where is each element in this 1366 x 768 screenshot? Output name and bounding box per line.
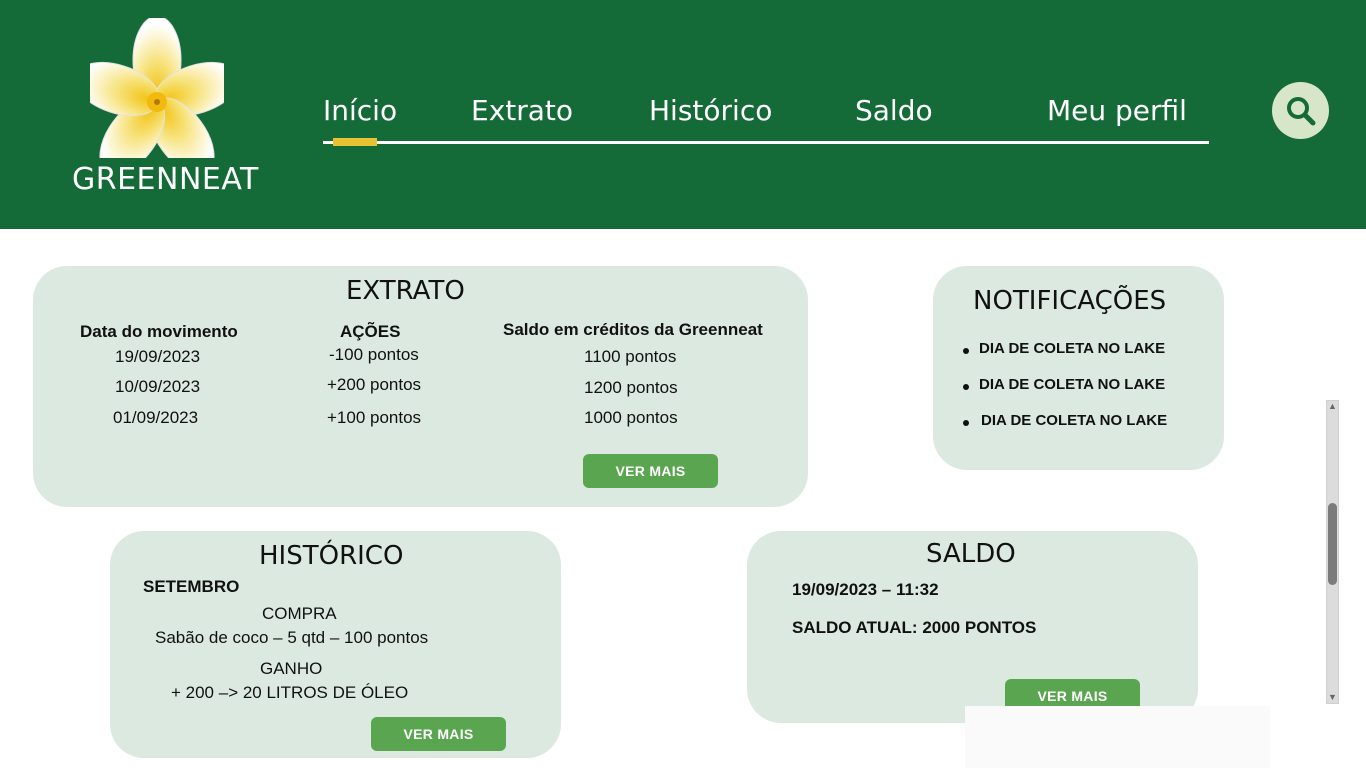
brand-logo[interactable]: GREENNEAT (72, 18, 258, 198)
saldo-current: SALDO ATUAL: 2000 PONTOS (792, 618, 1037, 637)
historico-title: HISTÓRICO (259, 541, 404, 571)
history-entry-type: GANHO (260, 659, 323, 678)
extrato-ver-mais-button[interactable]: VER MAIS (583, 454, 718, 488)
nav-item-inicio[interactable]: Início (323, 94, 397, 127)
row-action: -100 pontos (329, 345, 419, 364)
nav-item-meu-perfil[interactable]: Meu perfil (1047, 94, 1187, 127)
column-header-balance: Saldo em créditos da Greenneat (503, 320, 763, 339)
extrato-card: EXTRATO Data do movimento AÇÕES Saldo em… (33, 266, 808, 507)
scroll-thumb[interactable] (1328, 503, 1337, 585)
scroll-down-icon[interactable]: ▼ (1327, 692, 1338, 703)
background-panel (965, 706, 1270, 768)
row-action: +100 pontos (327, 408, 422, 427)
row-action: +200 pontos (327, 375, 422, 394)
search-icon (1287, 97, 1316, 126)
row-balance: 1100 pontos (584, 347, 677, 366)
notification-item[interactable]: DIA DE COLETA NO LAKE (963, 376, 1167, 412)
nav-item-historico[interactable]: Histórico (649, 94, 772, 127)
row-date: 19/09/2023 (115, 347, 201, 366)
flower-logo-icon (90, 18, 224, 158)
historico-card: HISTÓRICO SETEMBRO COMPRA Sabão de coco … (110, 531, 561, 758)
scroll-up-icon[interactable]: ▲ (1327, 401, 1338, 412)
main-nav: Início Extrato Histórico Saldo Meu perfi… (323, 94, 1209, 146)
brand-name: GREENNEAT (72, 162, 259, 197)
vertical-scrollbar[interactable]: ▲ ▼ (1326, 400, 1339, 704)
notification-item[interactable]: DIA DE COLETA NO LAKE (963, 340, 1167, 376)
nav-underline (323, 141, 1209, 144)
column-header-date: Data do movimento (80, 322, 238, 341)
nav-active-indicator (333, 138, 377, 146)
notificacoes-title: NOTIFICAÇÕES (973, 286, 1167, 316)
saldo-timestamp: 19/09/2023 – 11:32 (792, 580, 939, 599)
column-header-actions: AÇÕES (340, 322, 401, 341)
row-balance: 1200 pontos (584, 378, 678, 397)
saldo-title: SALDO (926, 539, 1016, 569)
row-date: 01/09/2023 (113, 408, 199, 427)
notification-list: DIA DE COLETA NO LAKE DIA DE COLETA NO L… (963, 340, 1167, 448)
top-header: GREENNEAT Início Extrato Histórico Saldo… (0, 0, 1366, 229)
row-date: 10/09/2023 (115, 377, 201, 396)
notification-item[interactable]: DIA DE COLETA NO LAKE (963, 412, 1167, 448)
notificacoes-card: NOTIFICAÇÕES DIA DE COLETA NO LAKE DIA D… (933, 266, 1224, 470)
search-button[interactable] (1272, 82, 1329, 139)
history-entry-detail: Sabão de coco – 5 qtd – 100 pontos (155, 628, 429, 647)
history-entry-type: COMPRA (262, 604, 337, 623)
history-month: SETEMBRO (143, 577, 240, 596)
nav-item-extrato[interactable]: Extrato (471, 94, 573, 127)
row-balance: 1000 pontos (584, 408, 678, 427)
saldo-card: SALDO 19/09/2023 – 11:32 SALDO ATUAL: 20… (747, 531, 1198, 723)
extrato-title: EXTRATO (346, 276, 465, 306)
historico-ver-mais-button[interactable]: VER MAIS (371, 717, 506, 751)
history-entry-detail: + 200 –> 20 LITROS DE ÓLEO (171, 683, 409, 702)
nav-item-saldo[interactable]: Saldo (855, 94, 933, 127)
